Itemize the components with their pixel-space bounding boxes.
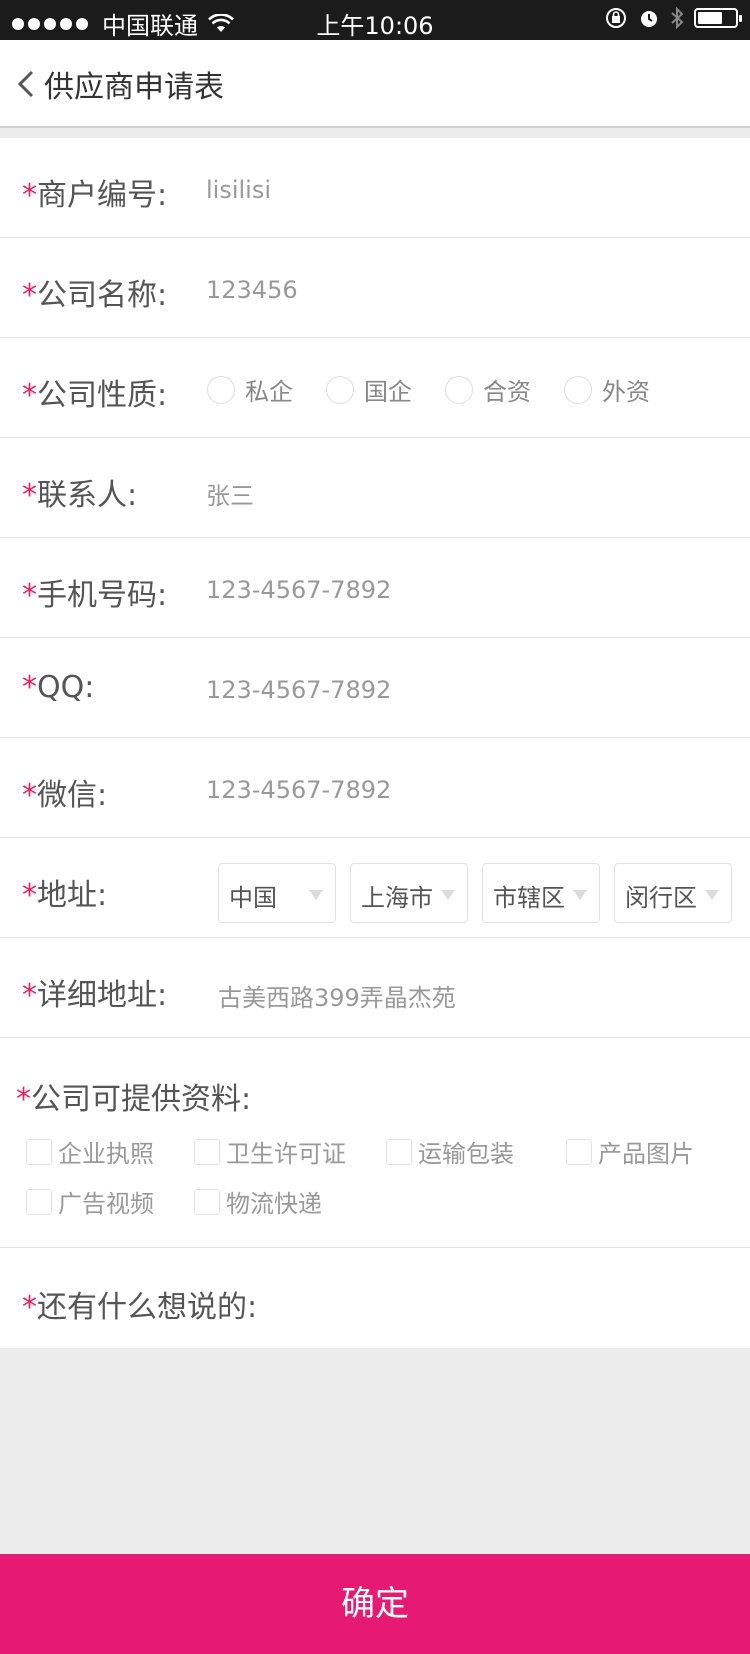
checkbox-icon[interactable] — [194, 1138, 220, 1165]
required-mark: * — [22, 670, 37, 705]
district-select[interactable]: 闵行区 — [614, 863, 732, 923]
rotation-lock-icon — [606, 8, 626, 28]
radio-circle-icon[interactable] — [564, 375, 592, 404]
merchant-id-row: *商户编号: lisilisi — [0, 138, 750, 238]
caret-down-icon — [705, 890, 719, 900]
required-mark: * — [22, 1290, 37, 1325]
radio-private[interactable]: 私企 — [207, 372, 293, 407]
contact-input[interactable]: 张三 — [206, 476, 254, 511]
company-name-label: *公司名称: — [22, 278, 168, 313]
contact-label: *联系人: — [22, 478, 138, 513]
company-name-input[interactable]: 123456 — [206, 276, 298, 304]
address-label: *地址: — [22, 878, 108, 913]
checkbox-logistics[interactable]: 物流快递 — [194, 1184, 322, 1219]
company-type-label: *公司性质: — [22, 378, 168, 413]
caret-down-icon — [573, 890, 587, 900]
city-select[interactable]: 上海市 — [350, 863, 468, 923]
detail-address-input[interactable]: 古美西路399弄晶杰苑 — [218, 978, 456, 1013]
comments-label: *还有什么想说的: — [22, 1290, 258, 1325]
country-select-value: 中国 — [229, 884, 277, 912]
required-mark: * — [22, 778, 37, 813]
qq-row: *QQ: 123-4567-7892 — [0, 638, 750, 738]
required-mark: * — [22, 578, 37, 613]
required-mark: * — [22, 878, 37, 913]
required-mark: * — [22, 178, 37, 213]
checkbox-icon[interactable] — [566, 1138, 592, 1165]
materials-row: *公司可提供资料: 企业执照 卫生许可证 运输包装 产品图片 广告视频 物流快递 — [0, 1038, 750, 1248]
radio-label: 私企 — [245, 378, 293, 406]
back-chevron-icon[interactable] — [10, 64, 46, 104]
radio-label: 合资 — [483, 378, 531, 406]
battery-icon — [694, 8, 742, 28]
contact-row: *联系人: 张三 — [0, 438, 750, 538]
radio-label: 国企 — [364, 378, 412, 406]
checkbox-business-license[interactable]: 企业执照 — [26, 1134, 154, 1169]
company-type-row: *公司性质: 私企 国企 合资 外资 — [0, 338, 750, 438]
status-right — [604, 6, 742, 30]
supplier-form: *商户编号: lisilisi *公司名称: 123456 *公司性质: 私企 … — [0, 138, 750, 1348]
required-mark: * — [22, 278, 37, 313]
submit-button[interactable]: 确定 — [0, 1554, 750, 1654]
comments-row[interactable]: *还有什么想说的: — [0, 1248, 750, 1348]
radio-circle-icon[interactable] — [445, 375, 473, 404]
required-mark: * — [22, 978, 37, 1013]
country-select[interactable]: 中国 — [218, 863, 336, 923]
caret-down-icon — [309, 890, 323, 900]
checkbox-label: 产品图片 — [598, 1140, 694, 1168]
detail-address-row: *详细地址: 古美西路399弄晶杰苑 — [0, 938, 750, 1038]
checkbox-icon[interactable] — [26, 1138, 52, 1165]
checkbox-icon[interactable] — [194, 1188, 220, 1215]
district-type-select-value: 市辖区 — [493, 884, 565, 912]
mobile-label: *手机号码: — [22, 578, 168, 613]
radio-circle-icon[interactable] — [326, 375, 354, 404]
mobile-row: *手机号码: 123-4567-7892 — [0, 538, 750, 638]
wechat-input[interactable]: 123-4567-7892 — [206, 776, 391, 804]
company-type-radio-group: 私企 国企 合资 外资 — [207, 372, 683, 407]
city-select-value: 上海市 — [361, 884, 433, 912]
checkbox-ad-video[interactable]: 广告视频 — [26, 1184, 154, 1219]
address-selects: 中国 上海市 市辖区 闵行区 — [218, 863, 732, 923]
district-type-select[interactable]: 市辖区 — [482, 863, 600, 923]
radio-state-owned[interactable]: 国企 — [326, 372, 412, 407]
status-bar: 中国联通 上午10:06 — [0, 0, 750, 40]
qq-input[interactable]: 123-4567-7892 — [206, 676, 391, 704]
checkbox-health-permit[interactable]: 卫生许可证 — [194, 1134, 346, 1169]
checkbox-icon[interactable] — [26, 1188, 52, 1215]
radio-circle-icon[interactable] — [207, 375, 235, 404]
checkbox-icon[interactable] — [386, 1138, 412, 1165]
radio-foreign[interactable]: 外资 — [564, 372, 650, 407]
qq-label: *QQ: — [22, 670, 95, 705]
wechat-label: *微信: — [22, 778, 108, 813]
alarm-icon — [641, 11, 657, 27]
district-select-value: 闵行区 — [625, 884, 697, 912]
required-mark: * — [22, 478, 37, 513]
checkbox-label: 运输包装 — [418, 1140, 514, 1168]
checkbox-transport-packaging[interactable]: 运输包装 — [386, 1134, 514, 1169]
checkbox-product-images[interactable]: 产品图片 — [566, 1134, 694, 1169]
mobile-input[interactable]: 123-4567-7892 — [206, 576, 391, 604]
nav-bar: 供应商申请表 — [0, 40, 750, 128]
detail-address-label: *详细地址: — [22, 978, 168, 1013]
materials-label: *公司可提供资料: — [16, 1082, 252, 1117]
checkbox-label: 广告视频 — [58, 1190, 154, 1218]
page-title: 供应商申请表 — [44, 70, 224, 105]
merchant-id-label: *商户编号: — [22, 178, 168, 213]
radio-joint-venture[interactable]: 合资 — [445, 372, 531, 407]
company-name-row: *公司名称: 123456 — [0, 238, 750, 338]
required-mark: * — [22, 378, 37, 413]
checkbox-label: 企业执照 — [58, 1140, 154, 1168]
wechat-row: *微信: 123-4567-7892 — [0, 738, 750, 838]
bluetooth-icon — [671, 6, 684, 30]
radio-label: 外资 — [602, 378, 650, 406]
caret-down-icon — [441, 890, 455, 900]
checkbox-label: 卫生许可证 — [226, 1140, 346, 1168]
address-row: *地址: 中国 上海市 市辖区 闵行区 — [0, 838, 750, 938]
merchant-id-input[interactable]: lisilisi — [206, 176, 271, 204]
required-mark: * — [16, 1082, 31, 1117]
checkbox-label: 物流快递 — [226, 1190, 322, 1218]
